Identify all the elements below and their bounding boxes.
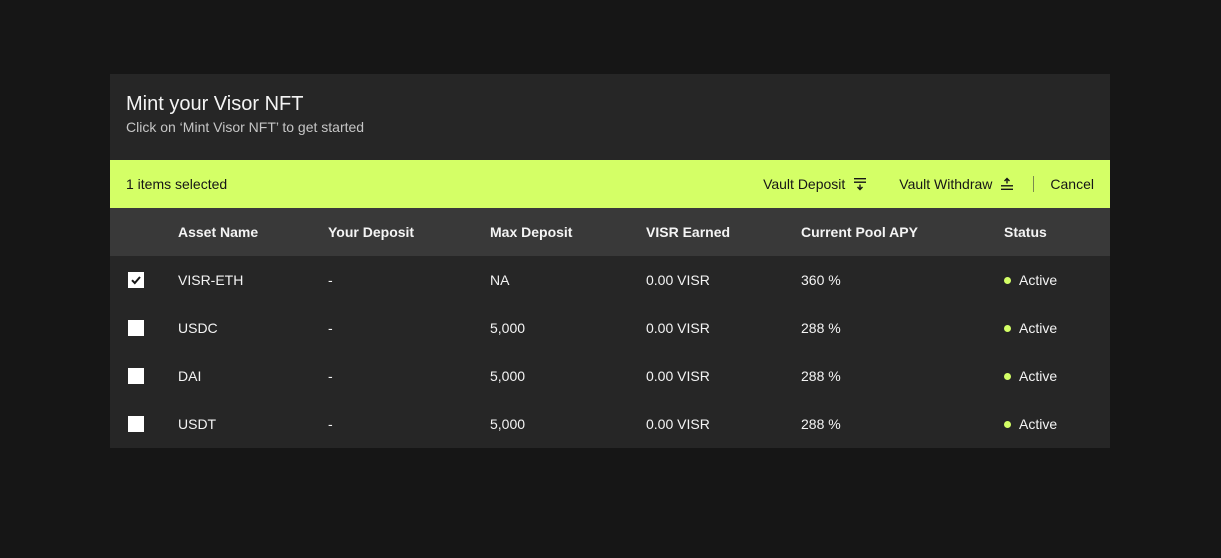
cell-earned: 0.00 VISR [646, 368, 710, 384]
vault-deposit-label: Vault Deposit [763, 176, 846, 192]
status-dot-icon [1004, 420, 1011, 428]
cell-asset: DAI [178, 368, 202, 384]
page-subtitle: Click on ‘Mint Visor NFT’ to get started [126, 119, 365, 135]
table-header-row: Asset Name Your Deposit Max Deposit VISR… [110, 208, 1110, 256]
cell-earned: 0.00 VISR [646, 272, 710, 288]
cell-deposit: - [328, 272, 333, 288]
header-asset-name[interactable]: Asset Name [178, 208, 328, 256]
table-row[interactable]: USDC - 5,000 0.00 VISR 288 % Active [110, 304, 1110, 352]
status-badge: Active [1004, 352, 1110, 400]
row-checkbox[interactable] [128, 368, 144, 384]
batch-divider [1033, 176, 1035, 192]
cell-earned: 0.00 VISR [646, 416, 710, 432]
cell-max-deposit: 5,000 [490, 368, 526, 384]
row-checkbox[interactable] [128, 416, 144, 432]
cell-deposit: - [328, 416, 333, 432]
cell-earned: 0.00 VISR [646, 320, 710, 336]
row-checkbox[interactable] [128, 320, 144, 336]
cell-apy: 288 % [801, 416, 841, 432]
cell-max-deposit: 5,000 [490, 416, 526, 432]
row-checkbox[interactable] [128, 272, 144, 288]
header-status[interactable]: Status [1004, 208, 1110, 256]
checkmark-icon [131, 276, 141, 285]
header-select [110, 208, 178, 256]
cell-deposit: - [328, 368, 333, 384]
asset-table: Asset Name Your Deposit Max Deposit VISR… [110, 208, 1110, 448]
cell-deposit: - [328, 320, 333, 336]
upload-icon [1001, 177, 1014, 190]
table-row[interactable]: VISR-ETH - NA 0.00 VISR 360 % Active [110, 256, 1110, 304]
cell-apy: 288 % [801, 368, 841, 384]
table-row[interactable]: DAI - 5,000 0.00 VISR 288 % Active [110, 352, 1110, 400]
status-text: Active [1019, 320, 1058, 336]
status-badge: Active [1004, 304, 1110, 352]
header-current-pool-apy[interactable]: Current Pool APY [801, 208, 1004, 256]
batch-action-bar: 1 items selected Vault Deposit Vault Wit… [110, 160, 1110, 208]
download-icon [854, 178, 867, 191]
status-badge: Active [1004, 400, 1110, 448]
table-row[interactable]: USDT - 5,000 0.00 VISR 288 % Active [110, 400, 1110, 448]
cell-asset: USDT [178, 416, 217, 432]
status-dot-icon [1004, 324, 1011, 332]
header-your-deposit[interactable]: Your Deposit [328, 208, 490, 256]
cell-max-deposit: NA [490, 272, 510, 288]
status-dot-icon [1004, 276, 1011, 284]
status-text: Active [1019, 368, 1058, 384]
status-text: Active [1019, 416, 1058, 432]
cell-apy: 288 % [801, 320, 841, 336]
vault-deposit-button[interactable]: Vault Deposit [763, 176, 867, 192]
status-badge: Active [1004, 256, 1110, 304]
status-dot-icon [1004, 372, 1011, 380]
selected-count: 1 items selected [126, 176, 228, 192]
header-visr-earned[interactable]: VISR Earned [646, 208, 801, 256]
mint-panel: Mint your Visor NFT Click on ‘Mint Visor… [110, 74, 1110, 448]
panel-header: Mint your Visor NFT Click on ‘Mint Visor… [110, 74, 1110, 160]
cell-max-deposit: 5,000 [490, 320, 526, 336]
status-text: Active [1019, 272, 1058, 288]
vault-withdraw-label: Vault Withdraw [899, 176, 993, 192]
vault-withdraw-button[interactable]: Vault Withdraw [899, 176, 1014, 192]
header-max-deposit[interactable]: Max Deposit [490, 208, 646, 256]
cell-asset: USDC [178, 320, 218, 336]
page-title: Mint your Visor NFT [126, 93, 304, 115]
cell-asset: VISR-ETH [178, 272, 244, 288]
cancel-button[interactable]: Cancel [1050, 176, 1094, 192]
cell-apy: 360 % [801, 272, 841, 288]
